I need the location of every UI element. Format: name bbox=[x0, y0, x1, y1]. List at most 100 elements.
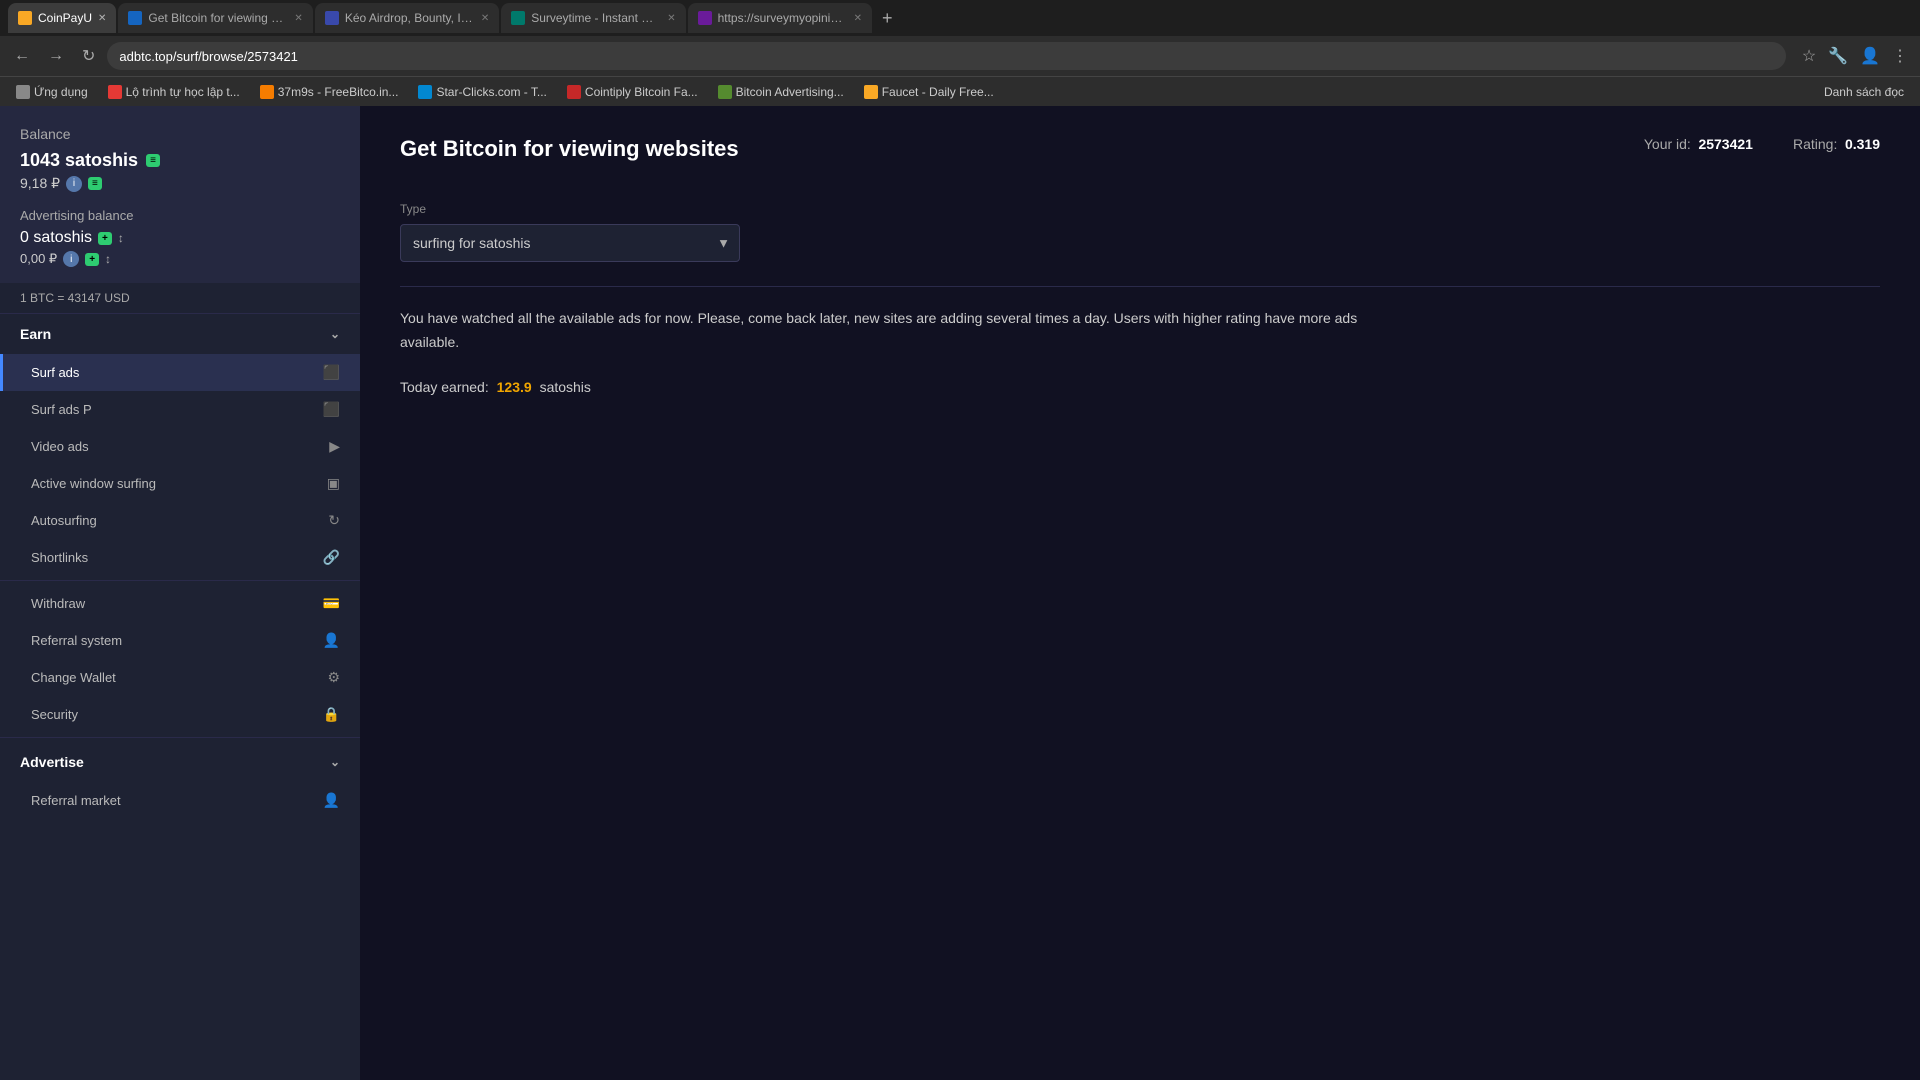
balance-info-icon[interactable]: i bbox=[66, 176, 82, 192]
adv-arrow-icon[interactable]: ↕ bbox=[118, 231, 124, 245]
tab-survey2[interactable]: https://surveymyopinion.resear... ✕ bbox=[688, 3, 872, 33]
tab-close-1[interactable]: ✕ bbox=[98, 13, 106, 24]
bookmarks-bar: Ứng dụng Lộ trình tự học lập t... 37m9s … bbox=[0, 76, 1920, 106]
adv-rub-arrow-icon[interactable]: ↕ bbox=[105, 252, 111, 266]
nav-item-withdraw[interactable]: Withdraw 💳 bbox=[0, 585, 360, 622]
bookmark-favicon-apps bbox=[16, 85, 30, 99]
back-button[interactable]: ← bbox=[8, 43, 36, 69]
rating-block: Rating: 0.319 bbox=[1793, 136, 1880, 152]
security-icon: 🔒 bbox=[323, 706, 340, 723]
tab-favicon-4 bbox=[511, 11, 525, 25]
page-title: Get Bitcoin for viewing websites bbox=[400, 136, 739, 162]
tab-close-5[interactable]: ✕ bbox=[854, 13, 862, 24]
user-id-value: 2573421 bbox=[1698, 136, 1753, 152]
tab-label-3: Kéo Airdrop, Bounty, ICO Chất L... bbox=[345, 11, 475, 25]
tab-keo[interactable]: Kéo Airdrop, Bounty, ICO Chất L... ✕ bbox=[315, 3, 499, 33]
advertise-label: Advertise bbox=[20, 754, 84, 770]
adv-info-icon[interactable]: i bbox=[63, 251, 79, 267]
address-bar-row: ← → ↻ ☆ 🔧 👤 ⋮ bbox=[0, 36, 1920, 76]
nav-item-video-ads[interactable]: Video ads ▶ bbox=[0, 428, 360, 465]
bookmark-star-clicks[interactable]: Star-Clicks.com - T... bbox=[410, 83, 554, 101]
today-earned-label: Today earned: bbox=[400, 379, 489, 395]
bookmark-label-6: Bitcoin Advertising... bbox=[736, 85, 844, 99]
nav-item-active-window[interactable]: Active window surfing ▣ bbox=[0, 465, 360, 502]
nav-item-autosurfing[interactable]: Autosurfing ↻ bbox=[0, 502, 360, 539]
extensions-button[interactable]: 🔧 bbox=[1824, 42, 1852, 70]
forward-button[interactable]: → bbox=[42, 43, 70, 69]
bookmark-faucet[interactable]: Faucet - Daily Free... bbox=[856, 83, 1002, 101]
change-wallet-icon: ⚙ bbox=[327, 669, 340, 686]
tab-surveytime[interactable]: Surveytime - Instant Rewards Fo... ✕ bbox=[501, 3, 685, 33]
adv-amount-value: 0 satoshis bbox=[20, 229, 92, 247]
nav-label-withdraw: Withdraw bbox=[31, 596, 85, 611]
earn-label: Earn bbox=[20, 326, 51, 342]
nav-item-shortlinks[interactable]: Shortlinks 🔗 bbox=[0, 539, 360, 576]
nav-label-security: Security bbox=[31, 707, 78, 722]
earn-section-header[interactable]: Earn ⌄ bbox=[0, 314, 360, 354]
adv-title: Advertising balance bbox=[20, 208, 340, 223]
tab-label-2: Get Bitcoin for viewing websites bbox=[148, 11, 288, 25]
tab-close-4[interactable]: ✕ bbox=[667, 13, 675, 24]
tab-close-2[interactable]: ✕ bbox=[294, 13, 302, 24]
nav-label-shortlinks: Shortlinks bbox=[31, 550, 88, 565]
nav-label-surf-ads-p: Surf ads P bbox=[31, 402, 92, 417]
bookmark-label-apps: Ứng dụng bbox=[34, 85, 88, 99]
nav-item-security[interactable]: Security 🔒 bbox=[0, 696, 360, 733]
bookmark-bitcoin-adv[interactable]: Bitcoin Advertising... bbox=[710, 83, 852, 101]
bookmark-apps[interactable]: Ứng dụng bbox=[8, 83, 96, 101]
adv-amount: 0 satoshis + ↕ bbox=[20, 229, 340, 247]
reload-button[interactable]: ↻ bbox=[76, 42, 101, 70]
nav-label-video-ads: Video ads bbox=[31, 439, 89, 454]
referral-market-icon: 👤 bbox=[323, 792, 340, 809]
type-select[interactable]: surfing for satoshissurfing for rubles bbox=[400, 224, 740, 262]
nav-label-referral-market: Referral market bbox=[31, 793, 121, 808]
bookmark-cointiply[interactable]: Cointiply Bitcoin Fa... bbox=[559, 83, 706, 101]
bookmark-reading-list[interactable]: Danh sách đọc bbox=[1816, 83, 1912, 101]
adv-plus-icon[interactable]: + bbox=[98, 232, 112, 245]
today-earned-unit: satoshis bbox=[540, 379, 591, 395]
bookmark-freebitco[interactable]: 37m9s - FreeBitco.in... bbox=[252, 83, 407, 101]
surf-ads-p-icon: ⬛ bbox=[323, 401, 340, 418]
balance-amount: 1043 satoshis ≡ bbox=[20, 150, 340, 171]
nav-item-referral[interactable]: Referral system 👤 bbox=[0, 622, 360, 659]
adv-rub-plus-icon[interactable]: + bbox=[85, 253, 99, 266]
balance-copy-icon[interactable]: ≡ bbox=[146, 154, 160, 167]
nav-item-change-wallet[interactable]: Change Wallet ⚙ bbox=[0, 659, 360, 696]
tab-coinpayu[interactable]: CoinPayU ✕ bbox=[8, 3, 116, 33]
nav-item-surf-ads[interactable]: Surf ads ⬛ bbox=[0, 354, 360, 391]
bookmark-label-3: 37m9s - FreeBitco.in... bbox=[278, 85, 399, 99]
tab-close-3[interactable]: ✕ bbox=[481, 13, 489, 24]
bookmark-label-4: Star-Clicks.com - T... bbox=[436, 85, 546, 99]
tab-label-4: Surveytime - Instant Rewards Fo... bbox=[531, 11, 661, 25]
browser-chrome: CoinPayU ✕ Get Bitcoin for viewing websi… bbox=[0, 0, 1920, 106]
profile-button[interactable]: 👤 bbox=[1856, 42, 1884, 70]
sidebar-nav: Earn ⌄ Surf ads ⬛ Surf ads P ⬛ Video ads… bbox=[0, 314, 360, 1080]
btc-rate: 1 BTC = 43147 USD bbox=[0, 283, 360, 314]
bookmark-favicon-3 bbox=[260, 85, 274, 99]
tab-getbitcoin[interactable]: Get Bitcoin for viewing websites ✕ bbox=[118, 3, 312, 33]
message-text: You have watched all the available ads f… bbox=[400, 307, 1400, 355]
user-id-label: Your id: bbox=[1644, 136, 1691, 152]
referral-icon: 👤 bbox=[323, 632, 340, 649]
tab-bar: CoinPayU ✕ Get Bitcoin for viewing websi… bbox=[0, 0, 1920, 36]
tab-label-5: https://surveymyopinion.resear... bbox=[718, 11, 848, 25]
nav-label-change-wallet: Change Wallet bbox=[31, 670, 116, 685]
nav-item-surf-ads-p[interactable]: Surf ads P ⬛ bbox=[0, 391, 360, 428]
shortlinks-icon: 🔗 bbox=[323, 549, 340, 566]
nav-item-referral-market[interactable]: Referral market 👤 bbox=[0, 782, 360, 819]
bookmark-favicon-2 bbox=[108, 85, 122, 99]
address-input[interactable] bbox=[107, 42, 1785, 70]
menu-button[interactable]: ⋮ bbox=[1888, 42, 1912, 70]
adv-rub-value: 0,00 ₽ bbox=[20, 251, 57, 267]
bookmark-reading-label: Danh sách đọc bbox=[1824, 85, 1904, 99]
today-earned-block: Today earned: 123.9 satoshis bbox=[400, 379, 1880, 395]
new-tab-button[interactable]: + bbox=[874, 8, 901, 29]
star-button[interactable]: ☆ bbox=[1798, 42, 1820, 70]
adv-rub: 0,00 ₽ i + ↕ bbox=[20, 251, 340, 267]
bookmark-lo-trinh[interactable]: Lộ trình tự học lập t... bbox=[100, 83, 248, 101]
active-window-icon: ▣ bbox=[327, 475, 340, 492]
balance-rub-icon[interactable]: ≡ bbox=[88, 177, 102, 190]
autosurfing-icon: ↻ bbox=[328, 512, 340, 529]
content-divider bbox=[400, 286, 1880, 287]
advertise-section-header[interactable]: Advertise ⌄ bbox=[0, 742, 360, 782]
